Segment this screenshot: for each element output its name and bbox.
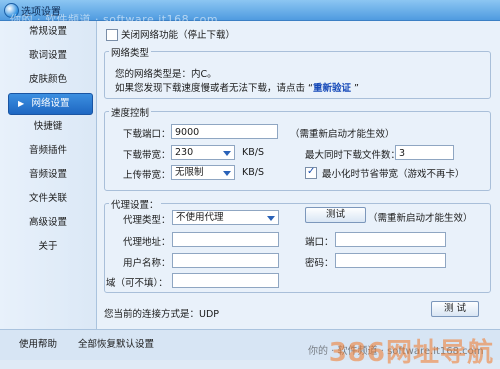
watermark-brand-logo: 386网址导航 <box>328 338 494 368</box>
network-hint: 如果您发现下载速度慢或者无法下载，请点击 “重新验证 ” <box>115 80 359 94</box>
sidebar-item-advanced[interactable]: 高级设置 <box>0 213 96 233</box>
proxy-address-input[interactable] <box>172 232 279 247</box>
download-bandwidth-combo[interactable]: 230 <box>171 145 235 160</box>
proxy-username-input[interactable] <box>172 253 279 268</box>
connection-mode-text: 您当前的连接方式是：UDP <box>104 309 219 320</box>
restore-defaults-button[interactable]: 全部恢复默认设置 <box>74 337 158 353</box>
proxy-settings-title: 代理设置： <box>109 197 161 211</box>
revalidate-link[interactable]: 重新验证 <box>313 83 351 94</box>
download-bandwidth-value: 230 <box>175 147 194 158</box>
proxy-address-label: 代理地址： <box>123 237 171 248</box>
max-files-label: 最大同时下载文件数： <box>305 150 401 161</box>
sidebar-item-network[interactable]: ▶ 网络设置 <box>8 93 93 115</box>
port-restart-note: （需重新启动才能生效） <box>290 129 395 140</box>
proxy-username-label: 用户名称： <box>123 258 171 269</box>
help-button[interactable]: 使用帮助 <box>14 337 62 353</box>
proxy-domain-label: 域（可不填）： <box>106 278 168 289</box>
disable-network-checkbox[interactable] <box>106 29 118 41</box>
sidebar-item-audio-plugins[interactable]: 音频插件 <box>0 141 96 161</box>
proxy-test-button[interactable]: 测试 <box>305 207 366 223</box>
download-unit: KB/S <box>242 147 264 158</box>
sidebar: 常规设置 歌词设置 皮肤颜色 ▶ 网络设置 快捷键 音频插件 音频设置 文件关联… <box>0 21 97 329</box>
sidebar-item-general[interactable]: 常规设置 <box>0 22 96 42</box>
proxy-port-input[interactable] <box>335 232 446 247</box>
upload-bandwidth-label: 上传带宽： <box>123 170 171 181</box>
download-bandwidth-label: 下载带宽： <box>123 150 171 161</box>
proxy-password-input[interactable] <box>335 253 446 268</box>
minimize-save-bandwidth-checkbox[interactable] <box>305 166 317 179</box>
connection-test-button[interactable]: 测 试 <box>431 301 479 317</box>
upload-bandwidth-value: 无限制 <box>175 167 204 178</box>
download-port-input[interactable]: 9000 <box>171 124 278 139</box>
sidebar-item-skin[interactable]: 皮肤颜色 <box>0 70 96 90</box>
download-port-label: 下载端口： <box>123 129 171 140</box>
speed-control-title: 速度控制 <box>109 105 152 119</box>
chevron-down-icon <box>267 216 275 221</box>
network-type-text: 您的网络类型是：内C。 <box>115 69 217 80</box>
max-files-input[interactable]: 3 <box>395 145 454 160</box>
proxy-domain-input[interactable] <box>172 273 279 288</box>
proxy-type-label: 代理类型： <box>123 215 171 226</box>
network-type-title: 网络类型 <box>109 45 152 59</box>
sidebar-item-file-association[interactable]: 文件关联 <box>0 189 96 209</box>
sidebar-item-about[interactable]: 关于 <box>0 237 96 257</box>
chevron-down-icon <box>223 151 231 156</box>
sidebar-item-label: 网络设置 <box>31 98 70 109</box>
proxy-password-label: 密码： <box>305 258 334 269</box>
network-settings-panel: 关闭网络功能（停止下载） 网络类型 您的网络类型是：内C。 如果您发现下载速度慢… <box>97 21 500 329</box>
upload-bandwidth-combo[interactable]: 无限制 <box>171 165 235 180</box>
bottom-bar: 使用帮助 全部恢复默认设置 你的 · 软件频道 · software.it168… <box>0 329 500 368</box>
disable-network-label: 关闭网络功能（停止下载） <box>121 30 236 41</box>
network-hint-text: 如果您发现下载速度慢或者无法下载，请点击 “ <box>115 83 313 94</box>
minimize-save-bandwidth-label: 最小化时节省带宽（游戏不再卡） <box>322 169 465 180</box>
upload-unit: KB/S <box>242 167 264 178</box>
chevron-down-icon <box>223 171 231 176</box>
sidebar-item-lyrics[interactable]: 歌词设置 <box>0 46 96 66</box>
network-hint-close: ” <box>350 83 359 94</box>
proxy-type-combo[interactable]: 不使用代理 <box>172 210 279 225</box>
selected-arrow-icon: ▶ <box>18 99 25 108</box>
proxy-port-label: 端口： <box>305 237 334 248</box>
proxy-type-value: 不使用代理 <box>176 212 224 223</box>
sidebar-item-hotkeys[interactable]: 快捷键 <box>0 117 96 137</box>
sidebar-item-audio-settings[interactable]: 音频设置 <box>0 165 96 185</box>
proxy-restart-note: （需重新启动才能生效） <box>368 213 473 224</box>
